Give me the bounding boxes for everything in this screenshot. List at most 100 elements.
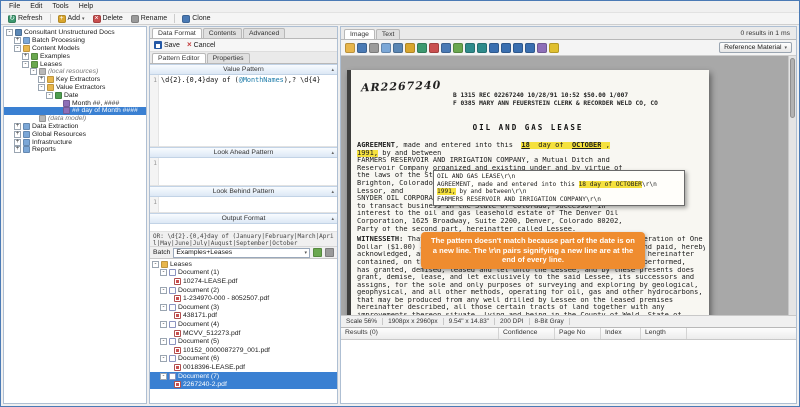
tree-item-batch-processing[interactable]: +Batch Processing [4,37,146,45]
highlight-matches-icon[interactable] [549,43,559,53]
refresh-button[interactable]: ↻Refresh [4,13,47,24]
value-pattern-header[interactable]: Value Pattern ▴ [150,64,337,75]
tab-advanced[interactable]: Advanced [243,28,285,38]
menu-item-tools[interactable]: Tools [47,3,73,10]
tree-item-infrastructure[interactable]: +Infrastructure [4,138,146,146]
results-column-index[interactable]: Index [601,328,641,339]
zoom-in-icon[interactable] [417,43,427,53]
add-button[interactable]: +Add▾ [54,13,89,24]
zoom-out-icon[interactable] [429,43,439,53]
prev-page-icon[interactable] [501,43,511,53]
collapse-minus-icon[interactable]: - [46,92,53,99]
clone-button[interactable]: Clone [178,13,214,24]
document-node[interactable]: -Document (1) [150,269,337,278]
save-button[interactable]: Save [154,41,180,49]
collapse-minus-icon[interactable]: - [152,261,159,268]
document-node[interactable]: -Document (6) [150,355,337,364]
document-file-node[interactable]: 1-234970-000 - 8052507.pdf [150,294,337,303]
tree-item-data-model[interactable]: (data model) [4,115,146,123]
collapse-minus-icon[interactable]: - [22,61,29,68]
cancel-button[interactable]: × Cancel [187,41,215,49]
save-image-icon[interactable] [357,43,367,53]
subtab-pattern-editor[interactable]: Pattern Editor [152,53,206,63]
tree-item-date[interactable]: -Date [4,91,146,99]
collapse-minus-icon[interactable]: - [160,373,167,380]
results-body[interactable] [341,340,796,403]
zoom-fit-icon[interactable] [441,43,451,53]
select-region-icon[interactable] [393,43,403,53]
actual-size-icon[interactable] [453,43,463,53]
output-format-input[interactable] [150,224,337,232]
document-node[interactable]: -Document (4) [150,320,337,329]
batch-test-icon[interactable] [313,248,322,257]
document-file-node[interactable]: 10152_0000087279_001.pdf [150,346,337,355]
expand-plus-icon[interactable]: + [14,139,21,146]
collapse-minus-icon[interactable]: - [38,84,45,91]
document-file-node[interactable]: 0018396-LEASE.pdf [150,363,337,372]
collapse-minus-icon[interactable]: - [160,269,167,276]
menu-item-file[interactable]: File [4,3,25,10]
image-viewer[interactable]: AR2267240 B 1315 REC 02267240 10/28/91 1… [341,56,796,315]
expand-plus-icon[interactable]: + [14,123,21,130]
document-node[interactable]: -Document (7) [150,372,337,381]
collapse-minus-icon[interactable]: - [6,29,13,36]
document-node[interactable]: -Document (3) [150,303,337,312]
print-icon[interactable] [369,43,379,53]
menu-item-edit[interactable]: Edit [25,3,47,10]
tree-item-month[interactable]: Month ##, #### [4,99,146,107]
rotate-right-icon[interactable] [477,43,487,53]
tab-data-format[interactable]: Data Format [152,28,202,38]
open-image-icon[interactable] [345,43,355,53]
expand-plus-icon[interactable]: + [14,131,21,138]
look-ahead-input[interactable]: 1 [150,158,337,186]
expand-plus-icon[interactable]: + [14,146,21,153]
tree-item-content-models[interactable]: -Content Models [4,45,146,53]
last-page-icon[interactable] [525,43,535,53]
tree-item-day-of-month[interactable]: ## day of Month #### [4,107,146,115]
reference-material-button[interactable]: Reference Material ▾ [719,42,792,53]
tab-contents[interactable]: Contents [203,28,242,38]
collapse-minus-icon[interactable]: - [14,45,21,52]
look-ahead-header[interactable]: Look Ahead Pattern ▴ [150,147,337,158]
tab-image[interactable]: Image [344,29,375,39]
output-format-header[interactable]: Output Format ▴ [150,213,337,224]
tree-item-value-extractors[interactable]: -Value Extractors [4,84,146,92]
document-file-node[interactable]: MCVV_512273.pdf [150,329,337,338]
document-node[interactable]: -Document (2) [150,286,337,295]
document-node[interactable]: -Document (5) [150,337,337,346]
tab-text[interactable]: Text [376,29,400,39]
expand-plus-icon[interactable]: + [22,53,29,60]
results-column-page-no[interactable]: Page No [555,328,601,339]
results-column-length[interactable]: Length [641,328,687,339]
next-page-icon[interactable] [513,43,523,53]
expand-plus-icon[interactable]: + [14,37,21,44]
tree-item-examples[interactable]: +Examples [4,52,146,60]
tree-item-local-resources[interactable]: -(local resources) [4,68,146,76]
menu-item-help[interactable]: Help [74,3,98,10]
subtab-properties[interactable]: Properties [207,53,250,63]
tree-item-key-extractors[interactable]: +Key Extractors [4,76,146,84]
viewer-scrollbar[interactable] [788,56,796,315]
rotate-left-icon[interactable] [465,43,475,53]
rename-button[interactable]: Rename [127,13,171,24]
batch-combo[interactable]: Examples+Leases ▾ [173,248,310,258]
tree-item-reports[interactable]: +Reports [4,146,146,154]
first-page-icon[interactable] [489,43,499,53]
collapse-minus-icon[interactable]: - [160,355,167,362]
delete-button[interactable]: ×Delete [89,13,127,24]
pan-icon[interactable] [405,43,415,53]
look-behind-input[interactable]: 1 [150,197,337,213]
look-behind-header[interactable]: Look Behind Pattern ▴ [150,186,337,197]
tree-item-global-resources[interactable]: +Global Resources [4,130,146,138]
tree-item-leases[interactable]: -Leases [4,60,146,68]
collapse-minus-icon[interactable]: - [160,287,167,294]
value-pattern-input[interactable]: 1 \d{2}.{0,4}day of (@MonthNames),? \d{4… [150,75,337,147]
document-file-node[interactable]: 438171.pdf [150,312,337,321]
collapse-minus-icon[interactable]: - [160,338,167,345]
doc-tree-root[interactable]: -Leases [150,260,337,269]
document-file-node[interactable]: 2267240-2.pdf [150,380,337,389]
viewer-scrollbar-thumb[interactable] [790,58,795,118]
collapse-minus-icon[interactable]: - [160,321,167,328]
tree-item-data-extraction[interactable]: +Data Extraction [4,123,146,131]
tree-item-consultant-unstructured-docs[interactable]: -Consultant Unstructured Docs [4,29,146,37]
